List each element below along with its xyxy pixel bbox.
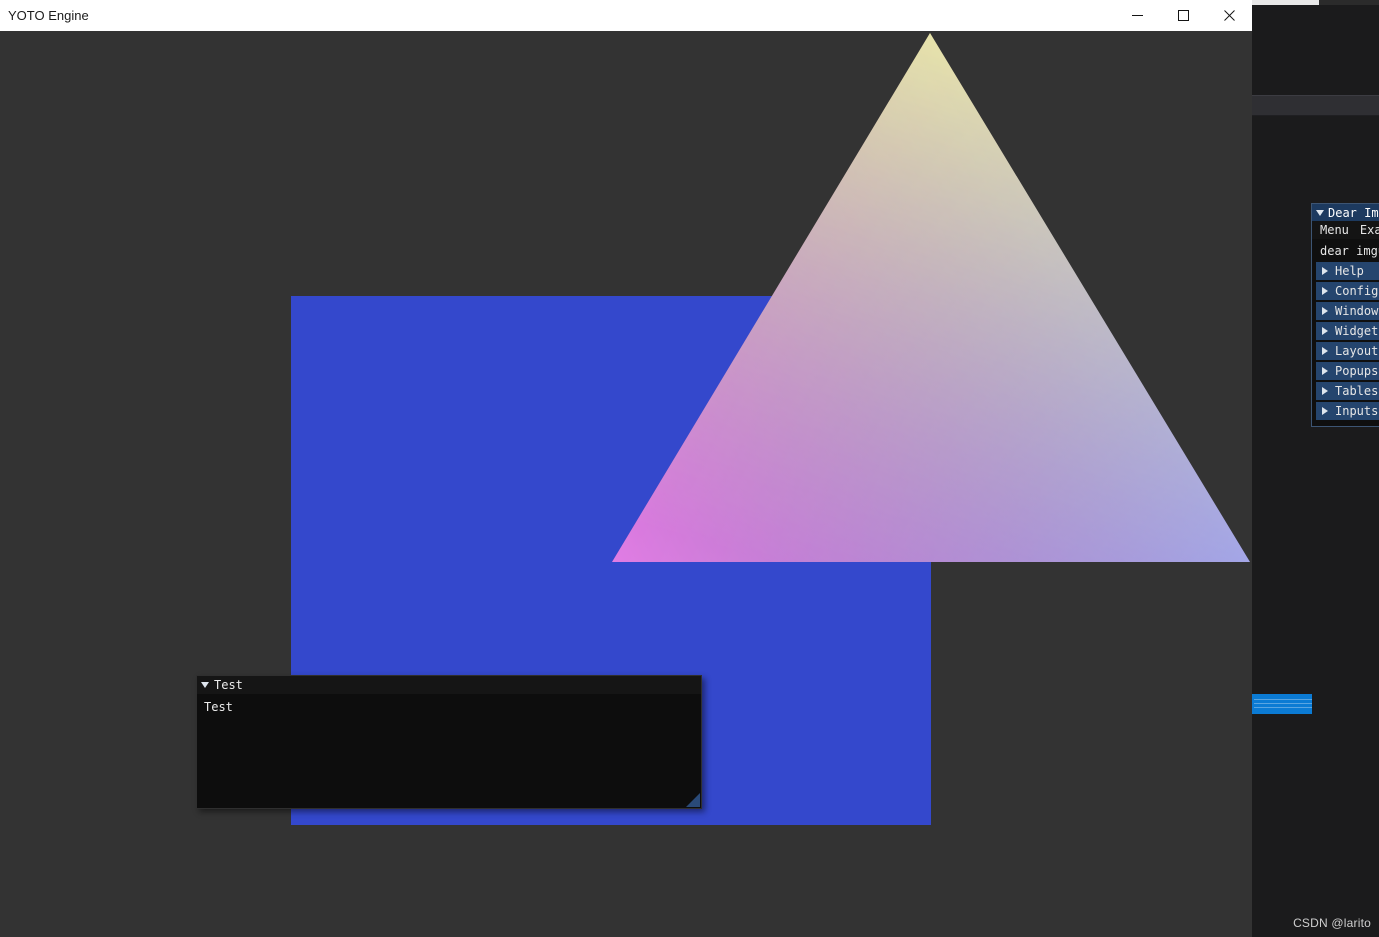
imgui-tree-node-help[interactable]: Help [1316,262,1379,280]
screenshot-root: Dear ImGui Demo Menu Examples dear imgui… [0,0,1379,937]
tree-node-label: Help [1335,264,1364,278]
ghost-text-line [1254,703,1312,704]
test-window-text: Test [204,700,233,714]
maximize-icon [1177,10,1189,21]
test-window-body: Test [197,694,701,720]
resize-grip-icon[interactable] [686,793,700,807]
imgui-tree-node-window-options[interactable]: Window options [1316,302,1379,320]
imgui-tree-node-layout[interactable]: Layout & Scrolling [1316,342,1379,360]
ghost-text-line [1254,699,1312,700]
window-controls [1114,0,1252,31]
minimize-button[interactable] [1114,0,1160,31]
caret-down-icon[interactable] [1316,209,1324,216]
window-title: YOTO Engine [8,8,89,23]
caret-right-icon[interactable] [1322,327,1328,335]
imgui-tree-node-popups[interactable]: Popups & Modal windows [1316,362,1379,380]
imgui-hello-text: dear imgui says hello [1320,244,1379,258]
imgui-tree-node-widgets[interactable]: Widgets [1316,322,1379,340]
caret-right-icon[interactable] [1322,307,1328,315]
test-window-title: Test [214,678,243,692]
caret-right-icon[interactable] [1322,347,1328,355]
engine-viewport[interactable]: Test Test [0,31,1252,937]
imgui-demo-title: Dear ImGui Demo [1328,205,1379,220]
caret-right-icon[interactable] [1322,367,1328,375]
close-button[interactable] [1206,0,1252,31]
caret-right-icon[interactable] [1322,407,1328,415]
menu-item-examples[interactable]: Examples [1360,223,1379,237]
imgui-tree-node-configuration[interactable]: Configuration [1316,282,1379,300]
minimize-icon [1131,15,1143,16]
close-icon [1223,10,1235,21]
tree-node-label: Popups & Modal windows [1335,364,1379,378]
imgui-demo-titlebar[interactable]: Dear ImGui Demo [1312,204,1379,221]
engine-window[interactable]: YOTO Engine Test Test [0,0,1252,937]
tree-node-label: Widgets [1335,324,1379,338]
maximize-button[interactable] [1160,0,1206,31]
imgui-demo-window[interactable]: Dear ImGui Demo Menu Examples dear imgui… [1311,203,1379,427]
tree-node-label: Inputs & Focus [1335,404,1379,418]
test-window[interactable]: Test Test [196,675,702,809]
tree-node-label: Window options [1335,304,1379,318]
caret-right-icon[interactable] [1322,387,1328,395]
editor-selected-line [1252,694,1312,714]
tree-node-label: Configuration [1335,284,1379,298]
engine-titlebar[interactable]: YOTO Engine [0,0,1252,31]
caret-right-icon[interactable] [1322,287,1328,295]
caret-down-icon[interactable] [201,682,209,688]
tree-node-label: Layout & Scrolling [1335,344,1379,358]
test-window-titlebar[interactable]: Test [197,676,701,694]
imgui-tree-node-tables[interactable]: Tables & Columns [1316,382,1379,400]
imgui-demo-menubar[interactable]: Menu Examples [1312,221,1379,239]
ghost-text-line [1254,707,1312,708]
caret-right-icon[interactable] [1322,267,1328,275]
tree-node-label: Tables & Columns [1335,384,1379,398]
watermark: CSDN @larito [1293,916,1371,930]
imgui-tree-node-inputs[interactable]: Inputs & Focus [1316,402,1379,420]
menu-item-menu[interactable]: Menu [1320,223,1349,237]
